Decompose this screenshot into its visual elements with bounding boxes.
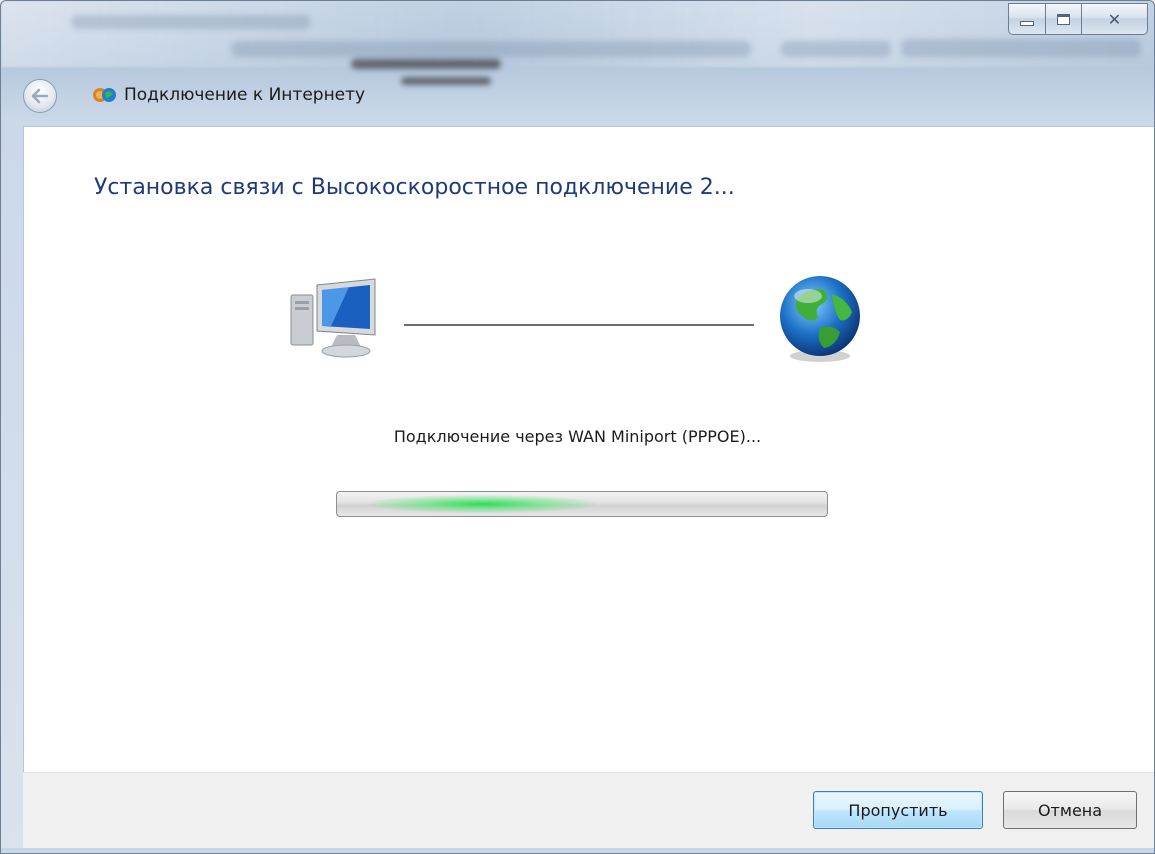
blurred-decoration bbox=[231, 41, 751, 57]
blurred-decoration bbox=[401, 77, 491, 85]
blurred-decoration bbox=[71, 15, 311, 29]
page-title: Установка связи с Высокоскоростное подкл… bbox=[94, 175, 735, 200]
cancel-button[interactable]: Отмена bbox=[1003, 791, 1137, 829]
minimize-icon bbox=[1020, 20, 1034, 26]
window-bottom-border bbox=[1, 848, 1154, 853]
wizard-content: Установка связи с Высокоскоростное подкл… bbox=[23, 126, 1154, 772]
wizard-footer: Пропустить Отмена bbox=[23, 772, 1154, 848]
maximize-button[interactable] bbox=[1046, 3, 1082, 35]
blurred-decoration bbox=[781, 41, 891, 57]
window-title: Подключение к Интернету bbox=[124, 85, 366, 105]
back-button[interactable] bbox=[23, 79, 57, 113]
minimize-button[interactable] bbox=[1008, 3, 1046, 35]
connection-progress-bar bbox=[336, 491, 828, 517]
blurred-decoration bbox=[351, 59, 501, 69]
blurred-title-bar bbox=[1, 1, 1154, 67]
wizard-window: ✕ Подключение к Интернету Установка связ… bbox=[0, 0, 1155, 854]
network-connection-icon bbox=[93, 88, 116, 102]
skip-button[interactable]: Пропустить bbox=[813, 791, 983, 829]
connection-line bbox=[404, 324, 754, 326]
connection-status-text: Подключение через WAN Miniport (PPPOE)..… bbox=[393, 427, 762, 446]
back-arrow-icon bbox=[31, 88, 49, 104]
blurred-decoration bbox=[901, 39, 1141, 57]
maximize-icon bbox=[1057, 13, 1070, 25]
globe-icon bbox=[780, 276, 860, 362]
window-caption-buttons: ✕ bbox=[1008, 3, 1148, 35]
close-button[interactable]: ✕ bbox=[1082, 3, 1148, 35]
computer-icon bbox=[290, 278, 376, 358]
close-icon: ✕ bbox=[1107, 9, 1122, 29]
progress-marquee bbox=[367, 495, 597, 513]
